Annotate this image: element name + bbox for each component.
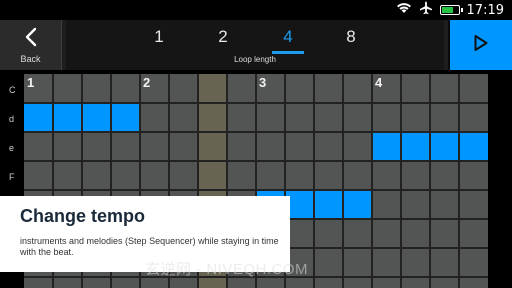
play-icon [473,34,489,57]
watermark: 玄逆网 - NIVEQH.COM [145,261,309,278]
status-bar: 17:19 [0,0,512,20]
play-button[interactable] [448,20,512,70]
grid-line [342,74,344,288]
grid-line [429,74,431,288]
toolbar: Back 1 2 4 8 Loop length [0,20,512,70]
battery-icon [439,5,463,15]
chevron-left-icon [24,27,38,52]
loop-option-1[interactable]: 1 [139,27,179,47]
back-button[interactable]: Back [0,20,62,70]
loop-length-selector: 1 2 4 8 Loop length [66,20,444,70]
row-label-f: F [9,172,15,182]
grid-line [24,131,488,133]
grid-line [24,189,488,191]
beat-marker-2: 2 [143,75,151,90]
row-label-c: C [9,85,16,95]
beat-marker-4: 4 [375,75,383,90]
grid-line [24,102,488,104]
row-label-d: d [9,114,15,124]
loop-option-4[interactable]: 4 [268,27,308,47]
tutorial-title: Change tempo [20,206,146,226]
grid-line [371,74,373,288]
loop-length-caption: Loop length [234,55,276,64]
beat-marker-3: 3 [259,75,267,90]
loop-option-2[interactable]: 2 [203,27,243,47]
loop-option-8[interactable]: 8 [331,27,371,47]
clock: 17:19 [466,2,504,18]
grid-right-margin [488,74,512,288]
loop-selected-indicator [272,51,304,54]
back-label: Back [20,53,41,64]
grid-line [313,74,315,288]
row-label-e: e [9,143,15,153]
grid-line [24,160,488,162]
airplane-icon [419,1,433,20]
tutorial-body: instruments and melodies (Step Sequencer… [20,236,279,257]
grid-line [458,74,460,288]
wifi-icon [396,1,412,19]
beat-marker-1: 1 [27,75,35,90]
grid-line [400,74,402,288]
